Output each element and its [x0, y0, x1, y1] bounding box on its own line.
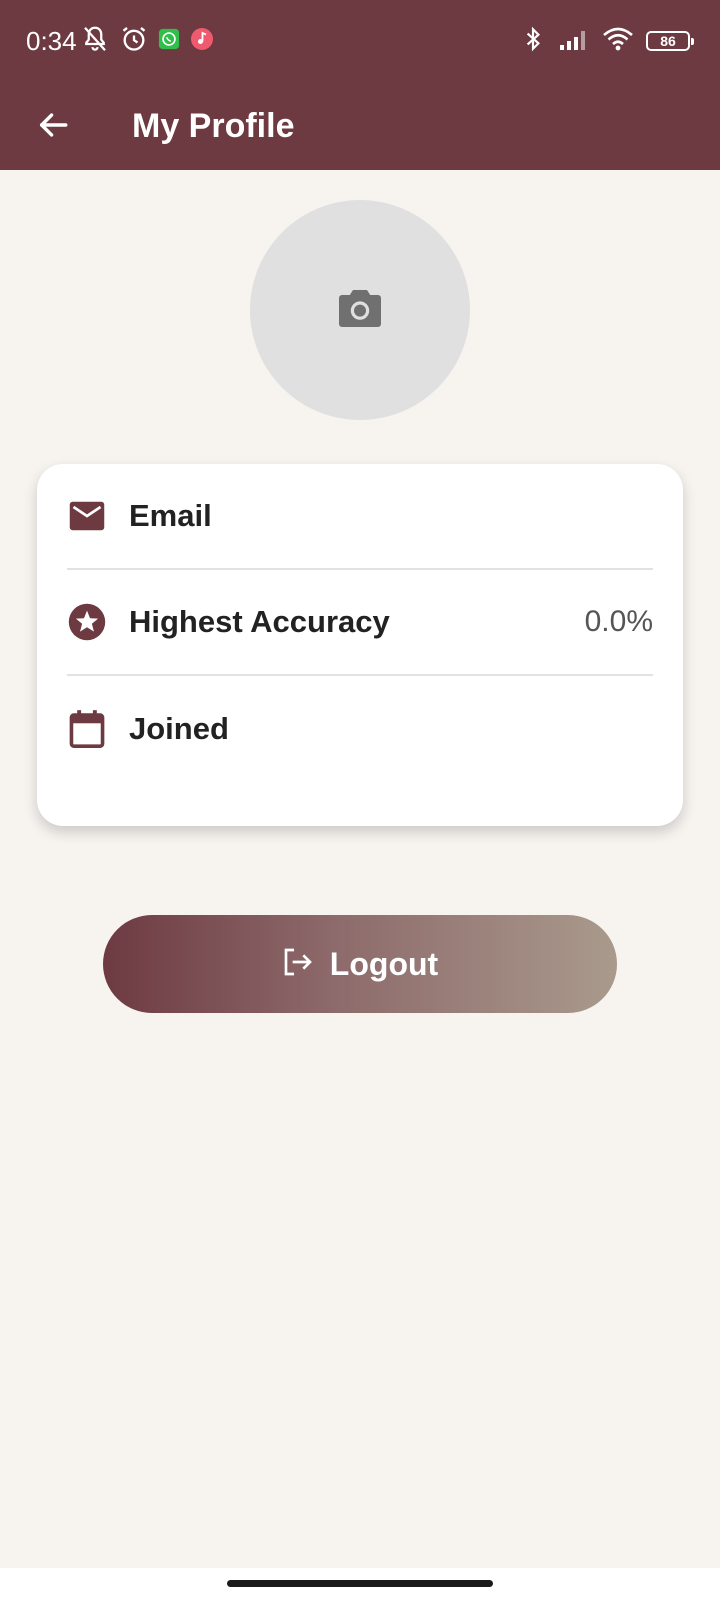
highest-accuracy-row: Highest Accuracy 0.0% — [67, 570, 653, 676]
highest-accuracy-value: 0.0% — [584, 605, 653, 638]
muted-bell-icon — [80, 24, 110, 59]
battery-level: 86 — [660, 33, 676, 49]
highest-accuracy-label: Highest Accuracy — [129, 604, 390, 639]
bluetooth-icon — [520, 25, 546, 58]
home-indicator[interactable] — [227, 1580, 493, 1587]
profile-info-card: Email Highest Accuracy 0.0% Joined — [37, 464, 683, 826]
page-title: My Profile — [132, 107, 295, 145]
battery-icon: 86 — [646, 31, 694, 51]
logout-label: Logout — [329, 945, 439, 982]
status-time: 0:34 — [26, 26, 77, 56]
status-bar: 0:34 86 — [0, 0, 720, 84]
music-app-icon — [190, 27, 214, 56]
wifi-icon — [602, 26, 634, 57]
email-row: Email — [67, 464, 653, 570]
camera-icon — [336, 286, 384, 335]
email-icon — [67, 496, 107, 536]
joined-row: Joined — [67, 676, 653, 782]
status-left-icons — [80, 26, 214, 56]
star-circle-icon — [67, 602, 107, 642]
email-label: Email — [129, 498, 212, 533]
avatar[interactable] — [250, 200, 470, 420]
app-bar: My Profile — [0, 84, 720, 170]
back-button[interactable] — [28, 102, 78, 152]
arrow-left-icon — [36, 108, 70, 147]
joined-label: Joined — [129, 711, 229, 746]
calendar-icon — [67, 709, 107, 749]
logout-icon — [282, 947, 314, 982]
alarm-icon — [120, 25, 148, 58]
whatsapp-icon — [158, 28, 180, 55]
signal-icon — [558, 27, 590, 56]
logout-button[interactable]: Logout — [103, 915, 617, 1013]
status-right-icons: 86 — [520, 25, 694, 58]
